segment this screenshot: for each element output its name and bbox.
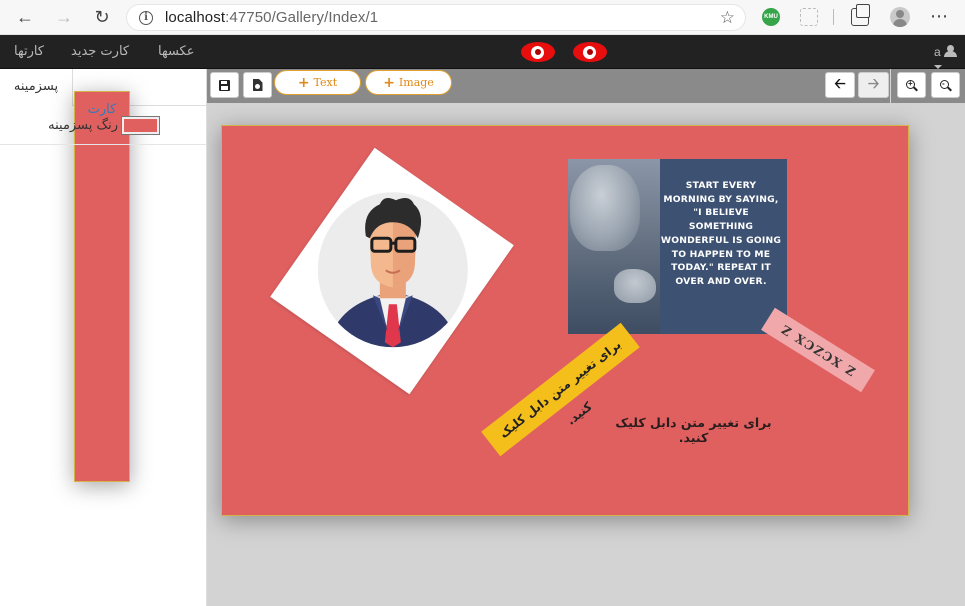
url-text[interactable]: localhost:47750/Gallery/Index/1 — [165, 9, 378, 26]
tab-background[interactable]: پسزمینه — [0, 69, 73, 106]
add-text-button[interactable]: + Text — [274, 70, 361, 95]
editor-toolbar: + Text + Image 🡠 🡢 + - — [207, 69, 965, 103]
add-image-label: Image — [398, 76, 434, 89]
more-menu-icon[interactable]: ⋯ — [930, 6, 949, 27]
background-color-label: رنگ پسزمینه — [48, 118, 118, 133]
plus-icon: + — [383, 74, 395, 91]
reload-icon[interactable]: ↻ — [88, 4, 116, 30]
arrow-left-icon: 🡠 — [834, 75, 846, 91]
avatar-image-element[interactable] — [270, 147, 514, 395]
canvas-workspace: START EVERY MORNING BY SAYING, "I BELIEV… — [207, 103, 965, 606]
nav-photos[interactable]: عکسها — [158, 44, 195, 59]
profile-avatar-icon[interactable] — [890, 7, 910, 27]
zoom-out-icon: - — [940, 79, 951, 91]
zoom-in-icon: + — [906, 79, 917, 91]
quote-image-element[interactable]: START EVERY MORNING BY SAYING, "I BELIEV… — [568, 159, 787, 334]
background-color-row: رنگ پسزمینه — [0, 107, 206, 145]
nav-new-card[interactable]: کارت جدید — [71, 44, 129, 59]
collections-icon[interactable] — [851, 4, 870, 26]
undo-button[interactable]: 🡠 — [825, 72, 855, 98]
save-button[interactable] — [210, 72, 239, 98]
forward-icon[interactable]: → — [50, 4, 78, 30]
export-button[interactable] — [243, 72, 272, 98]
yellow-text: برای تغییر متن دابل کلیک کنید. — [496, 337, 624, 441]
pink-text: Z XCZCX Z — [777, 321, 859, 379]
quote-text: START EVERY MORNING BY SAYING, "I BELIEV… — [660, 180, 782, 287]
favorite-star-icon[interactable]: ☆ — [720, 8, 735, 28]
zoom-in-button[interactable]: + — [897, 72, 926, 98]
plain-text-element[interactable]: برای تغییر متن دابل کلیک کنید. — [606, 415, 781, 445]
user-icon — [944, 45, 958, 57]
address-bar[interactable]: i localhost:47750/Gallery/Index/1 ☆ — [126, 4, 746, 31]
properties-panel: پسزمینه کارت رنگ پسزمینه — [0, 69, 207, 606]
pink-text-element[interactable]: Z XCZCX Z — [761, 307, 875, 393]
background-color-picker[interactable] — [121, 116, 160, 135]
add-text-label: Text — [313, 76, 338, 89]
redo-button[interactable]: 🡢 — [858, 72, 889, 98]
nav-cards[interactable]: کارتها — [14, 44, 44, 59]
quote-photo — [568, 159, 660, 334]
plus-icon: + — [297, 74, 310, 91]
username: a — [934, 45, 941, 59]
add-image-button[interactable]: + Image — [365, 70, 452, 95]
logo-eye-left-icon[interactable] — [521, 42, 555, 62]
color-swatch — [124, 119, 157, 132]
back-icon[interactable]: ← — [11, 4, 39, 30]
panel-tabs: پسزمینه کارت — [0, 69, 206, 482]
arrow-right-icon: 🡢 — [867, 75, 880, 91]
portrait-hand — [614, 269, 656, 303]
extension-placeholder-icon[interactable] — [800, 8, 818, 26]
tab-card[interactable]: کارت — [74, 91, 130, 482]
extension-kmu-icon[interactable]: KMU — [762, 8, 780, 26]
toolbar-separator — [890, 69, 891, 103]
avatar-illustration — [317, 192, 468, 348]
logo-eye-right-icon[interactable] — [573, 42, 607, 62]
card-canvas[interactable]: START EVERY MORNING BY SAYING, "I BELIEV… — [221, 125, 909, 516]
site-info-icon[interactable]: i — [139, 10, 153, 25]
toolbar-divider — [833, 9, 834, 25]
portrait-head — [570, 165, 640, 251]
browser-chrome: ← → ↻ i localhost:47750/Gallery/Index/1 … — [0, 0, 965, 35]
zoom-out-button[interactable]: - — [931, 72, 960, 98]
floppy-disk-icon — [219, 79, 230, 91]
app-navbar: کارتها کارت جدید عکسها a — [0, 35, 965, 69]
export-image-icon — [252, 79, 263, 91]
